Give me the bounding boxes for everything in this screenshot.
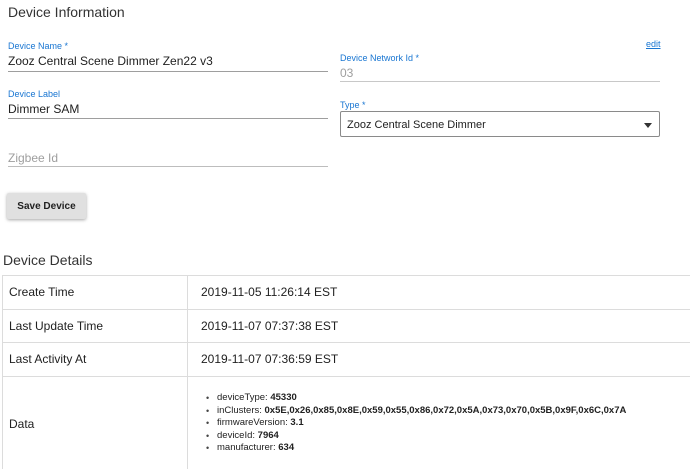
data-item-name: deviceId: xyxy=(217,429,256,441)
last-update-time-value: 2019-11-07 07:37:38 EST xyxy=(201,318,339,333)
data-item-name: inClusters: xyxy=(217,404,262,416)
data-item-value: 634 xyxy=(278,442,295,454)
device-network-id-label: Device Network Id * xyxy=(340,53,420,63)
device-name-label: Device Name * xyxy=(8,41,69,51)
device-network-id-value: 03 xyxy=(340,66,354,80)
zigbee-id-input[interactable]: Zigbee Id xyxy=(8,151,58,165)
data-item-value: 7964 xyxy=(257,429,279,441)
device-details-table: Create Time 2019-11-05 11:26:14 EST Last… xyxy=(2,275,690,469)
create-time-value: 2019-11-05 11:26:14 EST xyxy=(201,285,338,300)
device-information-title: Device Information xyxy=(8,4,125,20)
table-row: Data deviceType: 45330 inClusters: 0x5E,… xyxy=(3,376,690,469)
data-item-value: 3.1 xyxy=(290,417,304,429)
data-item-name: manufacturer: xyxy=(217,442,276,454)
data-item-value: 45330 xyxy=(270,392,297,404)
list-item: firmwareVersion: 3.1 xyxy=(206,417,626,430)
table-row: Last Update Time 2019-11-07 07:37:38 EST xyxy=(3,309,690,343)
data-item-name: deviceType: xyxy=(217,392,268,404)
type-select-value: Zooz Central Scene Dimmer xyxy=(347,119,486,131)
device-details-title: Device Details xyxy=(3,252,93,268)
save-device-button[interactable]: Save Device xyxy=(7,193,86,219)
data-value: deviceType: 45330 inClusters: 0x5E,0x26,… xyxy=(188,377,690,469)
device-name-input[interactable]: Zooz Central Scene Dimmer Zen22 v3 xyxy=(8,54,213,68)
device-network-id-underline xyxy=(340,81,660,82)
list-item: inClusters: 0x5E,0x26,0x85,0x8E,0x59,0x5… xyxy=(206,404,627,418)
list-item: manufacturer: 634 xyxy=(206,442,626,455)
last-update-time-key: Last Update Time xyxy=(3,309,188,342)
type-select[interactable]: Zooz Central Scene Dimmer xyxy=(340,111,660,137)
data-item-name: firmwareVersion: xyxy=(217,417,288,429)
caret-down-icon xyxy=(644,123,652,128)
last-activity-key: Last Activity At xyxy=(3,343,188,376)
data-item-value: 0x5E,0x26,0x85,0x8E,0x59,0x55,0x86,0x72,… xyxy=(264,404,627,416)
edit-network-id-link[interactable]: edit xyxy=(646,39,661,49)
device-label-input[interactable]: Dimmer SAM xyxy=(8,102,79,116)
device-label-underline xyxy=(8,118,328,119)
last-activity-value: 2019-11-07 07:36:59 EST xyxy=(201,352,339,367)
zigbee-id-underline xyxy=(8,166,328,167)
device-label-label: Device Label xyxy=(8,89,61,99)
list-item: deviceId: 7964 xyxy=(206,429,626,443)
type-label: Type * xyxy=(340,100,366,110)
table-row: Create Time 2019-11-05 11:26:14 EST xyxy=(3,276,690,310)
device-data-list: deviceType: 45330 inClusters: 0x5E,0x26,… xyxy=(201,392,626,455)
table-row: Last Activity At 2019-11-07 07:36:59 EST xyxy=(3,343,690,377)
data-key: Data xyxy=(3,376,188,469)
create-time-key: Create Time xyxy=(3,276,188,309)
list-item: deviceType: 45330 xyxy=(206,392,626,405)
device-name-underline xyxy=(8,71,328,72)
